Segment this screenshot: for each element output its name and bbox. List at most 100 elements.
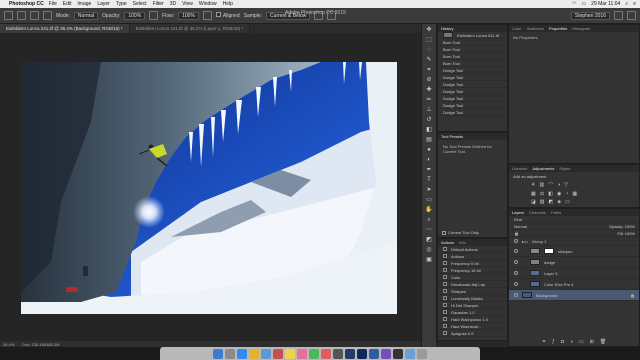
marquee-tool-icon[interactable]: ⬚ bbox=[424, 36, 434, 44]
history-snapshot[interactable]: Eisfeldern Lonca 241.tif bbox=[438, 32, 507, 39]
levels-icon[interactable]: ▥ bbox=[539, 182, 544, 189]
action-item[interactable]: Color bbox=[438, 274, 507, 281]
history-item[interactable]: Burn Tool bbox=[438, 39, 507, 46]
action-item[interactable]: Haut Wachsnie... bbox=[438, 323, 507, 330]
action-item[interactable]: Luminosity Masks bbox=[438, 295, 507, 302]
adjustment-layer-icon[interactable]: ◑ bbox=[570, 339, 573, 345]
canvas-area[interactable] bbox=[0, 33, 421, 341]
tab-history[interactable]: History bbox=[441, 26, 453, 31]
history-item[interactable]: Dodge Tool bbox=[438, 109, 507, 116]
menu-list-icon[interactable]: ≡ bbox=[633, 1, 636, 7]
screen-mode-icon[interactable]: ▣ bbox=[424, 256, 434, 264]
menu-help[interactable]: Help bbox=[223, 1, 233, 7]
kind-filter-select[interactable]: Kind bbox=[514, 217, 522, 222]
music-icon[interactable] bbox=[321, 348, 331, 359]
visibility-eye-icon[interactable] bbox=[514, 293, 518, 297]
messages-icon[interactable] bbox=[309, 348, 319, 359]
quick-mask-icon[interactable]: ◎ bbox=[424, 246, 434, 254]
flow-input[interactable]: 100% bbox=[178, 11, 199, 20]
path-select-tool-icon[interactable]: ➤ bbox=[424, 186, 434, 194]
photos-icon[interactable] bbox=[297, 348, 307, 359]
toggle-brush-panel-icon[interactable] bbox=[30, 11, 39, 20]
wifi-icon[interactable]: ◠ bbox=[572, 1, 576, 7]
chrome-icon[interactable] bbox=[249, 348, 259, 359]
search-icon[interactable]: ⌕ bbox=[625, 1, 628, 7]
workspace-icon[interactable] bbox=[627, 11, 636, 20]
add-mask-icon[interactable]: ◘ bbox=[561, 339, 564, 345]
visibility-eye-icon[interactable] bbox=[514, 249, 518, 253]
new-group-icon[interactable]: ▭ bbox=[579, 339, 584, 345]
vibrance-icon[interactable]: ▽ bbox=[564, 182, 568, 189]
selective-color-icon[interactable]: ◈ bbox=[557, 199, 561, 205]
brush-tool-icon[interactable]: ✏ bbox=[424, 96, 434, 104]
airbrush-icon[interactable] bbox=[202, 11, 212, 20]
layer-row-selected[interactable]: Background 🔒 bbox=[509, 290, 639, 301]
hue-saturation-icon[interactable]: ▦ bbox=[531, 191, 536, 197]
gradient-map-icon[interactable]: ▭ bbox=[565, 199, 570, 205]
invert-icon[interactable]: ◪ bbox=[531, 199, 536, 205]
doc-size[interactable]: Doc: 130.1M/480.3M bbox=[22, 342, 59, 347]
gradient-tool-icon[interactable]: ▤ bbox=[424, 136, 434, 144]
edit-toolbar-icon[interactable]: ⋯ bbox=[424, 226, 434, 234]
action-item[interactable]: Desaturate Adj Lay bbox=[438, 281, 507, 288]
finder-icon[interactable] bbox=[213, 348, 223, 359]
blur-tool-icon[interactable]: ● bbox=[424, 146, 434, 154]
workspace-select[interactable]: Stephen 2016 bbox=[570, 11, 610, 20]
menu-filter[interactable]: Filter bbox=[153, 1, 164, 7]
launchpad-icon[interactable] bbox=[225, 348, 235, 359]
color-balance-icon[interactable]: ⚖ bbox=[540, 191, 544, 197]
tab-actions[interactable]: Actions bbox=[441, 240, 454, 245]
action-item[interactable]: Haut Wachposso 1.0 bbox=[438, 316, 507, 323]
visibility-eye-icon[interactable] bbox=[514, 282, 518, 286]
crop-tool-icon[interactable]: ⌗ bbox=[424, 66, 434, 74]
quick-select-tool-icon[interactable]: ✎ bbox=[424, 56, 434, 64]
curves-icon[interactable]: ⌒ bbox=[548, 182, 553, 189]
current-tool-only-checkbox[interactable]: Current Tool Only bbox=[442, 230, 479, 235]
menu-layer[interactable]: Layer bbox=[97, 1, 110, 7]
lock-icon[interactable]: 🔒 bbox=[514, 231, 519, 236]
photoshop-icon[interactable] bbox=[357, 348, 367, 359]
history-item[interactable]: Dodge Tool bbox=[438, 74, 507, 81]
layer-row[interactable]: ▸▭ Group 1 bbox=[509, 237, 639, 246]
mail-icon[interactable] bbox=[261, 348, 271, 359]
action-item[interactable]: Frequency 16 bit bbox=[438, 267, 507, 274]
tab-color[interactable]: Color bbox=[512, 26, 522, 31]
clock[interactable]: 29 Mar 11:04 bbox=[591, 1, 620, 7]
notes-icon[interactable] bbox=[285, 348, 295, 359]
terminal-icon[interactable] bbox=[393, 348, 403, 359]
opacity-input[interactable]: 100% bbox=[124, 11, 146, 20]
exposure-icon[interactable]: ◑ bbox=[557, 182, 560, 189]
dodge-tool-icon[interactable]: ◐ bbox=[424, 156, 434, 164]
menu-select[interactable]: Select bbox=[133, 1, 147, 7]
action-item[interactable]: Default Actions bbox=[438, 246, 507, 253]
black-white-icon[interactable]: ◧ bbox=[548, 191, 553, 197]
aligned-checkbox[interactable]: Aligned bbox=[215, 12, 240, 19]
document-tab-active[interactable]: Eisfeldern Lonca 241.tif @ 36.4% (Backgr… bbox=[0, 24, 130, 33]
app-icon[interactable] bbox=[381, 348, 391, 359]
tab-histogram[interactable]: Histogram bbox=[572, 26, 590, 31]
clone-stamp-tool-icon[interactable] bbox=[4, 11, 13, 20]
clone-source-icon[interactable] bbox=[43, 11, 52, 20]
tab-channels[interactable]: Channels bbox=[529, 210, 546, 215]
menu-image[interactable]: Image bbox=[77, 1, 91, 7]
history-item[interactable]: Dodge Tool bbox=[438, 88, 507, 95]
zoom-level[interactable]: 36.4% bbox=[3, 342, 14, 347]
threshold-icon[interactable]: ◩ bbox=[548, 199, 553, 205]
menu-type[interactable]: Type bbox=[116, 1, 127, 7]
search-icon[interactable] bbox=[614, 11, 623, 20]
brush-preset-icon[interactable] bbox=[17, 11, 26, 20]
lightroom-icon[interactable] bbox=[345, 348, 355, 359]
visibility-eye-icon[interactable] bbox=[514, 271, 518, 275]
trash-icon[interactable]: 🗑 bbox=[600, 339, 606, 345]
menu-3d[interactable]: 3D bbox=[170, 1, 176, 7]
tab-styles[interactable]: Styles bbox=[559, 166, 570, 171]
history-item[interactable]: Burn Tool bbox=[438, 60, 507, 67]
tab-swatches[interactable]: Swatches bbox=[527, 26, 544, 31]
document-image[interactable] bbox=[21, 62, 397, 314]
move-tool-icon[interactable]: ✥ bbox=[424, 26, 434, 34]
menu-window[interactable]: Window bbox=[199, 1, 217, 7]
layer-row[interactable]: Color Efex Pro 4 bbox=[509, 279, 639, 290]
healing-brush-tool-icon[interactable]: ✚ bbox=[424, 86, 434, 94]
fx-icon[interactable]: ƒ bbox=[552, 339, 555, 345]
safari-icon[interactable] bbox=[237, 348, 247, 359]
